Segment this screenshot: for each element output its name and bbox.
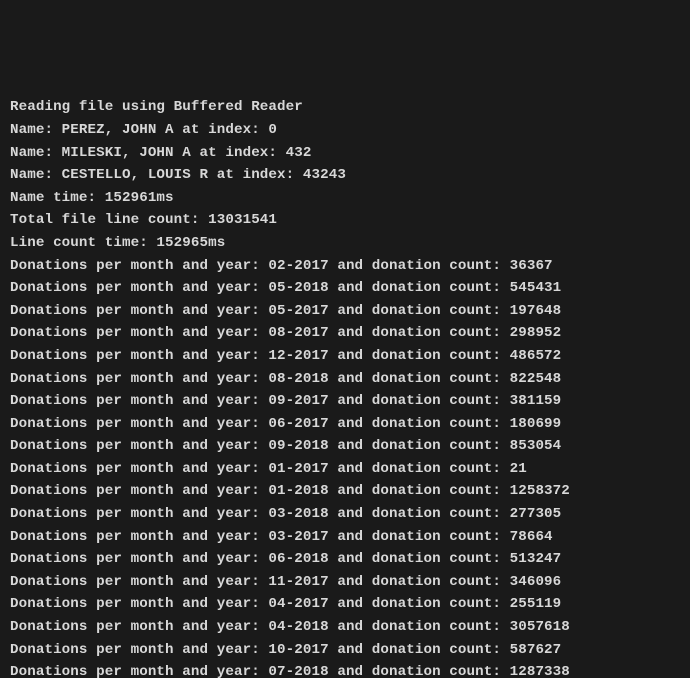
output-line: Donations per month and year: 05-2018 an… — [10, 277, 680, 300]
output-line: Donations per month and year: 03-2018 an… — [10, 503, 680, 526]
output-line: Donations per month and year: 03-2017 an… — [10, 526, 680, 549]
output-line: Donations per month and year: 08-2018 an… — [10, 368, 680, 391]
output-line: Donations per month and year: 12-2017 an… — [10, 345, 680, 368]
output-line: Donations per month and year: 09-2018 an… — [10, 435, 680, 458]
output-line: Donations per month and year: 04-2017 an… — [10, 593, 680, 616]
output-line: Donations per month and year: 06-2018 an… — [10, 548, 680, 571]
output-line: Donations per month and year: 07-2018 an… — [10, 661, 680, 678]
output-line: Donations per month and year: 01-2018 an… — [10, 480, 680, 503]
output-line: Name: CESTELLO, LOUIS R at index: 43243 — [10, 164, 680, 187]
terminal-output: Reading file using Buffered ReaderName: … — [10, 96, 680, 678]
output-line: Name time: 152961ms — [10, 187, 680, 210]
output-line: Name: MILESKI, JOHN A at index: 432 — [10, 142, 680, 165]
output-line: Donations per month and year: 10-2017 an… — [10, 639, 680, 662]
output-line: Donations per month and year: 08-2017 an… — [10, 322, 680, 345]
output-line: Donations per month and year: 11-2017 an… — [10, 571, 680, 594]
output-line: Donations per month and year: 01-2017 an… — [10, 458, 680, 481]
output-line: Line count time: 152965ms — [10, 232, 680, 255]
output-line: Donations per month and year: 06-2017 an… — [10, 413, 680, 436]
output-line: Name: PEREZ, JOHN A at index: 0 — [10, 119, 680, 142]
output-line: Reading file using Buffered Reader — [10, 96, 680, 119]
output-line: Donations per month and year: 09-2017 an… — [10, 390, 680, 413]
output-line: Donations per month and year: 05-2017 an… — [10, 300, 680, 323]
output-line: Donations per month and year: 02-2017 an… — [10, 255, 680, 278]
output-line: Donations per month and year: 04-2018 an… — [10, 616, 680, 639]
output-line: Total file line count: 13031541 — [10, 209, 680, 232]
